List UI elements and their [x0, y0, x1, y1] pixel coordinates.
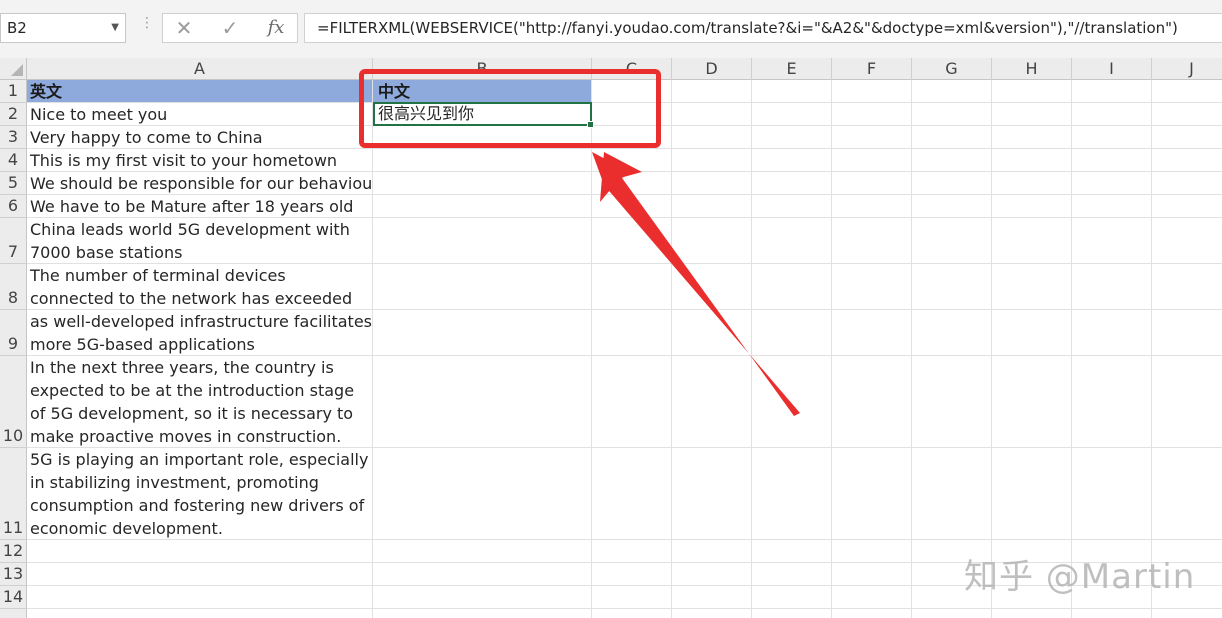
name-box[interactable]: B2 ▼: [0, 13, 126, 43]
column-header-f[interactable]: F: [832, 58, 912, 80]
row-header-8[interactable]: 8: [0, 264, 27, 310]
red-arrow-icon: [592, 152, 800, 416]
row-number: 10: [2, 426, 24, 445]
row-number: 8: [7, 288, 19, 307]
gridline: [1071, 80, 1072, 618]
column-header-g[interactable]: G: [912, 58, 992, 80]
select-all-triangle-icon: [11, 64, 23, 76]
arrow-shaft: [592, 152, 800, 416]
row-header-10[interactable]: 10: [0, 356, 27, 448]
column-header-h[interactable]: H: [992, 58, 1072, 80]
enter-check-icon[interactable]: ✓: [217, 16, 243, 40]
row-number: 12: [2, 541, 24, 560]
row-header-2[interactable]: 2: [0, 103, 27, 126]
chevron-down-icon[interactable]: ▼: [111, 14, 119, 42]
formula-input[interactable]: =FILTERXML(WEBSERVICE("http://fanyi.youd…: [304, 13, 1222, 43]
cell-a2[interactable]: Nice to meet you: [27, 103, 372, 125]
row-header-6[interactable]: 6: [0, 195, 27, 218]
row-header-5[interactable]: 5: [0, 172, 27, 195]
gridline: [911, 80, 912, 618]
row-number: 3: [7, 127, 19, 146]
row-number: 14: [2, 587, 24, 606]
gridline: [27, 539, 1222, 540]
row-header-9[interactable]: 9: [0, 310, 27, 356]
gridline: [27, 608, 1222, 609]
row-number: 2: [7, 104, 19, 123]
insert-function-icon[interactable]: fx: [263, 16, 289, 40]
row-header-15[interactable]: [0, 609, 27, 618]
cell-a11[interactable]: 5G is playing an important role, especia…: [27, 448, 372, 539]
row-header-4[interactable]: 4: [0, 149, 27, 172]
gridline: [991, 80, 992, 618]
cell-a3[interactable]: Very happy to come to China: [27, 126, 372, 148]
row-header-12[interactable]: 12: [0, 540, 27, 563]
gridline: [831, 80, 832, 618]
red-highlight-box: [359, 69, 661, 148]
column-header-d[interactable]: D: [672, 58, 752, 80]
formula-buttons: ✕ ✓ fx: [162, 13, 298, 43]
row-header-13[interactable]: 13: [0, 563, 27, 586]
row-header-3[interactable]: 3: [0, 126, 27, 149]
cell-a1[interactable]: 英文: [27, 80, 372, 102]
row-number: 11: [2, 518, 24, 537]
row-number: 6: [7, 196, 19, 215]
watermark: 知乎 @Martin: [964, 557, 1196, 597]
row-number: 7: [7, 242, 19, 261]
cancel-icon[interactable]: ✕: [171, 16, 197, 40]
row-number: 4: [7, 150, 19, 169]
row-number: 13: [2, 564, 24, 583]
gridline: [372, 80, 373, 618]
row-header-11[interactable]: 11: [0, 448, 27, 540]
column-header-i[interactable]: I: [1072, 58, 1152, 80]
column-header-e[interactable]: E: [752, 58, 832, 80]
name-box-value: B2: [7, 19, 27, 37]
column-header-a[interactable]: A: [27, 58, 373, 80]
gridline: [1151, 80, 1152, 618]
formula-bar: B2 ▼ ⋮ ✕ ✓ fx =FILTERXML(WEBSERVICE("htt…: [0, 0, 1222, 59]
cell-a7[interactable]: China leads world 5G development with 70…: [27, 218, 362, 263]
row-number: 5: [7, 173, 19, 192]
cell-a6[interactable]: We have to be Mature after 18 years old: [27, 195, 372, 217]
cell-a4[interactable]: This is my first visit to your hometown: [27, 149, 372, 171]
cell-a5[interactable]: We should be responsible for our behavio…: [27, 172, 372, 194]
column-header-j[interactable]: J: [1152, 58, 1222, 80]
row-header-1[interactable]: 1: [0, 80, 27, 103]
row-number: 1: [7, 81, 19, 100]
cell-a10[interactable]: In the next three years, the country is …: [27, 356, 372, 447]
select-all-button[interactable]: [0, 58, 27, 80]
row-header-14[interactable]: 14: [0, 586, 27, 609]
cell-a8[interactable]: The number of terminal devices connected…: [27, 264, 372, 309]
row-number: 9: [7, 334, 19, 353]
cell-a9[interactable]: as well-developed infrastructure facilit…: [27, 310, 372, 355]
row-header-7[interactable]: 7: [0, 218, 27, 264]
vertical-dots-icon[interactable]: ⋮: [140, 16, 154, 38]
